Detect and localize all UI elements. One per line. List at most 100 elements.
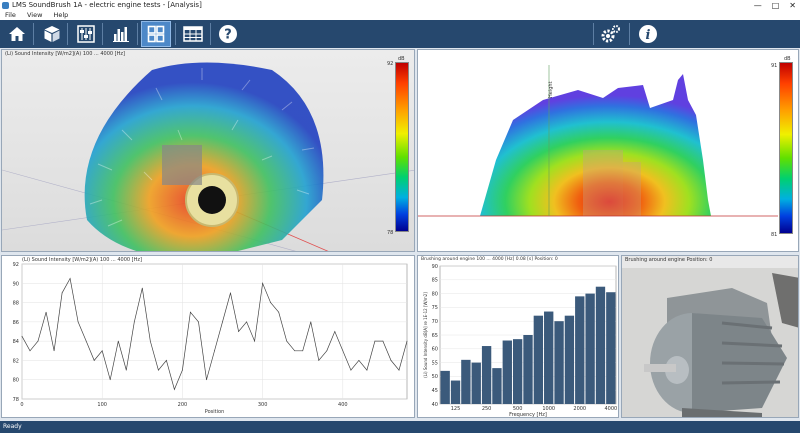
window-title: LMS SoundBrush 1A - electric engine test… xyxy=(12,1,202,9)
y-tick-label: 55 xyxy=(432,360,438,366)
data-point xyxy=(222,321,223,323)
bar xyxy=(606,292,616,404)
data-point xyxy=(382,340,384,342)
data-point xyxy=(230,292,231,294)
vector-field-view[interactable] xyxy=(2,50,415,252)
cube-icon xyxy=(44,26,60,42)
data-point xyxy=(318,360,320,361)
menu-file[interactable]: File xyxy=(5,11,16,19)
bar xyxy=(492,368,502,404)
data-point xyxy=(45,311,47,313)
toolbar-separator xyxy=(593,23,594,45)
x-axis-label: Frequency [Hz] xyxy=(509,412,547,418)
y-tick-label: 65 xyxy=(432,333,438,339)
data-point xyxy=(334,331,336,332)
y-tick-label: 88 xyxy=(13,301,19,307)
bar xyxy=(440,370,450,404)
data-point xyxy=(270,302,272,303)
y-tick-label: 80 xyxy=(432,291,438,297)
data-point xyxy=(278,311,280,313)
y-tick-label: 80 xyxy=(13,378,19,384)
data-point xyxy=(206,379,207,381)
intensity-3d-panel[interactable]: (Li) Sound Intensity [W/m2](A) 100 ... 4… xyxy=(1,49,415,252)
status-text: Ready xyxy=(3,423,22,430)
minimize-button[interactable]: — xyxy=(754,0,762,11)
toolbar: ? i xyxy=(0,20,800,48)
status-bar: Ready xyxy=(0,421,800,433)
bar xyxy=(575,296,585,404)
x-tick-label: 2000 xyxy=(573,406,586,412)
bar xyxy=(471,362,481,404)
intensity-map[interactable] xyxy=(418,50,799,252)
bar xyxy=(564,315,575,404)
data-point xyxy=(246,321,247,323)
bar xyxy=(544,311,554,404)
spectrum-bar-chart-panel[interactable]: Brushing around engine 100 ... 4000 [Hz]… xyxy=(417,255,619,418)
data-point xyxy=(406,340,408,342)
data-point xyxy=(37,340,39,342)
data-point xyxy=(190,311,191,313)
data-point xyxy=(254,340,256,342)
scale-max: 91 xyxy=(771,63,778,69)
info-button[interactable]: i xyxy=(635,21,661,47)
data-point xyxy=(149,340,151,342)
bar xyxy=(554,321,564,404)
position-line-chart-panel[interactable]: (Li) Sound Intensity [W/m2](A) 100 ... 4… xyxy=(1,255,415,418)
photo-title: Brushing around engine Position: 0 xyxy=(625,257,713,263)
settings-sliders-button[interactable] xyxy=(73,21,99,47)
data-point xyxy=(133,321,135,323)
toolbar-separator xyxy=(137,23,138,45)
home-button[interactable] xyxy=(4,21,30,47)
app-icon xyxy=(2,2,9,9)
data-point xyxy=(310,321,312,323)
close-button[interactable]: ✕ xyxy=(789,0,796,11)
height-axis-label: Height xyxy=(548,81,554,98)
data-point xyxy=(182,369,183,371)
menu-help[interactable]: Help xyxy=(53,11,68,19)
toolbar-separator xyxy=(102,23,103,45)
plot-area xyxy=(21,263,408,400)
spectrum-button[interactable] xyxy=(108,21,134,47)
settings-button[interactable] xyxy=(598,21,624,47)
bar xyxy=(502,340,512,404)
model-button[interactable] xyxy=(39,21,65,47)
y-tick-label: 82 xyxy=(13,358,19,364)
bar-chart[interactable]: 9085807570656055504540125 250 500 1000 2000 4… xyxy=(418,256,619,418)
toolbar-separator xyxy=(210,23,211,45)
engine-shaft-hole xyxy=(198,186,226,214)
bar xyxy=(461,359,471,404)
y-tick-label: 45 xyxy=(432,388,438,394)
toolbar-separator xyxy=(175,23,176,45)
intensity-map-panel[interactable]: Height dB 91 81 xyxy=(417,49,799,252)
data-point xyxy=(117,340,119,342)
x-tick-label: 200 xyxy=(178,402,188,408)
x-tick-label: 300 xyxy=(258,402,268,408)
toolbar-separator xyxy=(33,23,34,45)
data-point xyxy=(61,292,63,294)
scale-max: 92 xyxy=(387,61,394,67)
bar-chart-icon xyxy=(113,27,129,42)
data-point xyxy=(141,287,143,289)
data-point xyxy=(29,350,31,352)
data-point xyxy=(342,350,344,352)
data-point xyxy=(238,331,239,332)
data-point xyxy=(214,350,215,352)
settings-icon xyxy=(601,25,620,43)
maximize-button[interactable]: □ xyxy=(772,0,780,11)
scale-min: 78 xyxy=(387,230,394,236)
data-point xyxy=(21,335,23,337)
table-button[interactable] xyxy=(180,21,206,47)
help-button[interactable]: ? xyxy=(215,21,241,47)
data-point xyxy=(53,350,55,352)
x-tick-label: 100 xyxy=(97,402,107,408)
window-controls: — □ ✕ xyxy=(754,0,796,11)
menu-view[interactable]: View xyxy=(27,11,42,19)
line-chart[interactable]: 92 90 88 86 84 82 80 780 100 200 300 400 Position xyxy=(2,256,415,418)
y-tick-label: 70 xyxy=(432,319,438,325)
info-icon: i xyxy=(639,25,657,43)
analysis-button[interactable] xyxy=(141,21,171,47)
y-tick-label: 75 xyxy=(432,305,438,311)
data-point xyxy=(286,340,288,342)
data-point xyxy=(101,350,103,352)
scale-min: 81 xyxy=(771,232,778,238)
